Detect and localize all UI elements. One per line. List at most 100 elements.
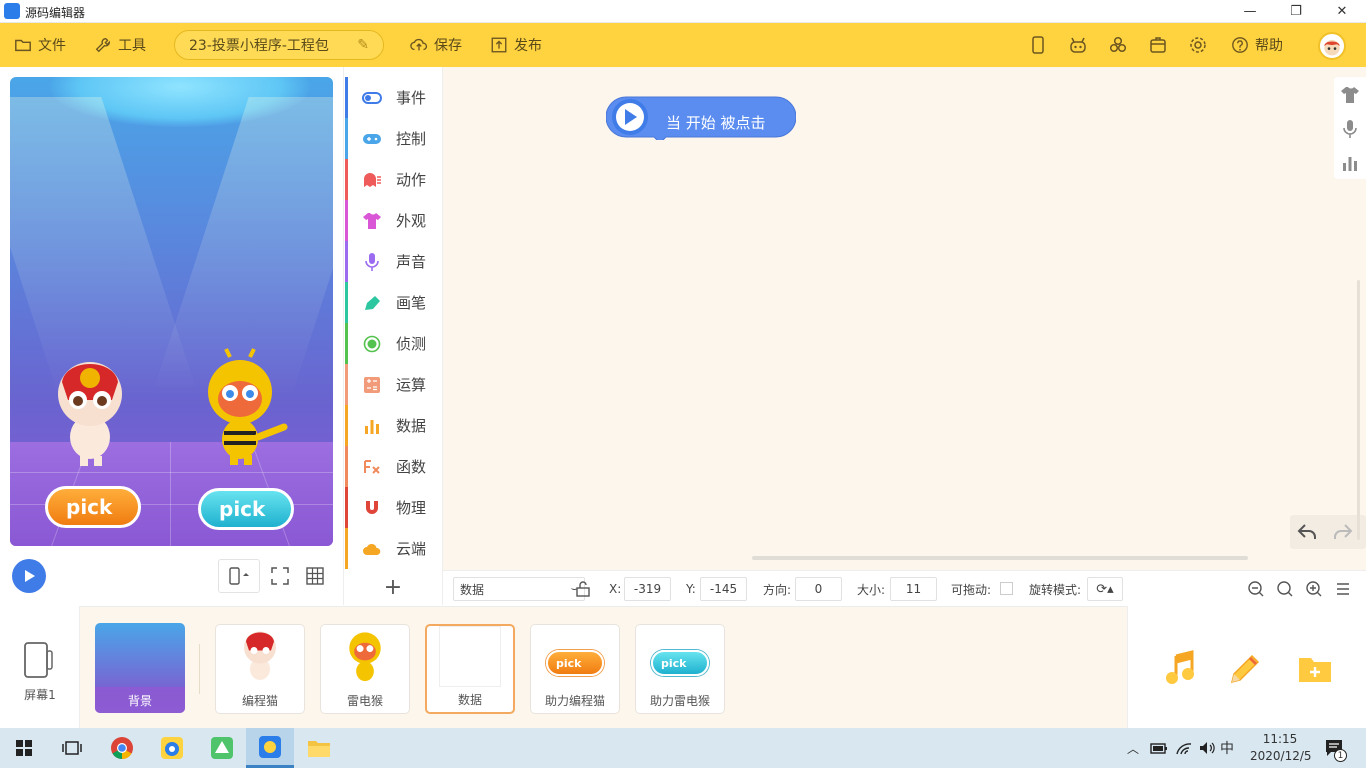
category-label: 声音	[396, 253, 427, 271]
phone-preview-icon[interactable]	[1027, 34, 1049, 56]
start-button[interactable]	[0, 728, 48, 768]
clock[interactable]: 11:15 2020/12/5	[1250, 731, 1312, 765]
minimize-button[interactable]: —	[1227, 0, 1273, 23]
publish-button[interactable]: 发布	[490, 23, 542, 67]
stage-canvas[interactable]: pick pick	[10, 77, 333, 546]
file-explorer-taskbar-icon[interactable]	[295, 728, 343, 768]
draw-pencil-icon[interactable]	[1226, 650, 1264, 688]
sprite-thumb-cat[interactable]: 编程猫	[215, 624, 305, 714]
chrome-icon	[111, 737, 133, 759]
edit-pencil-icon[interactable]: ✎	[357, 37, 369, 53]
add-folder-icon[interactable]	[1296, 650, 1334, 688]
pick-cat-button[interactable]: pick	[45, 486, 141, 528]
category-microphone[interactable]: 声音	[345, 241, 441, 282]
costume-shirt-icon[interactable]	[1340, 85, 1360, 105]
y-input[interactable]: -145	[700, 577, 747, 601]
size-input[interactable]: 11	[890, 577, 937, 601]
settings-gear-icon[interactable]	[1187, 34, 1209, 56]
screen-phone-icon[interactable]	[22, 641, 56, 679]
background-thumbnail[interactable]: 背景	[95, 623, 185, 713]
fullscreen-icon	[271, 567, 289, 585]
close-button[interactable]: ✕	[1319, 0, 1365, 23]
sprite-thumb-data-selected[interactable]: 数据	[425, 624, 515, 714]
chrome-taskbar-icon[interactable]	[98, 728, 146, 768]
zoom-in-icon[interactable]	[1305, 580, 1323, 598]
fullscreen-button[interactable]	[263, 559, 297, 593]
unlock-icon[interactable]	[575, 581, 591, 597]
category-shirt[interactable]: 外观	[345, 200, 441, 241]
data-chart-icon[interactable]	[1340, 153, 1360, 173]
run-button[interactable]	[12, 559, 46, 593]
size-label: 大小:	[857, 582, 886, 597]
cat-thumbnail	[244, 631, 276, 680]
category-bar-chart[interactable]: 数据	[345, 405, 441, 446]
file-menu-label: 文件	[38, 38, 66, 54]
extensions-icon[interactable]	[1107, 34, 1129, 56]
add-category-button[interactable]: +	[343, 570, 443, 605]
monkey-thumbnail	[349, 632, 381, 682]
rotation-mode-label: 旋转模式:	[1029, 582, 1082, 597]
horizontal-scrollbar[interactable]	[752, 556, 1248, 560]
redo-icon[interactable]	[1333, 523, 1353, 541]
ime-indicator[interactable]: 中	[1220, 738, 1234, 758]
pick-orange-thumbnail: pick	[546, 650, 604, 676]
category-toggle[interactable]: 事件	[345, 77, 441, 118]
undo-redo-group	[1290, 515, 1366, 549]
tray-expand-icon[interactable]: ︿	[1127, 740, 1139, 757]
category-function[interactable]: 函数	[345, 446, 441, 487]
thunder-monkey-sprite[interactable]	[200, 347, 300, 469]
source-editor-taskbar-icon-active[interactable]	[246, 728, 294, 768]
window-title: 源码编辑器	[25, 6, 86, 20]
user-avatar[interactable]	[1318, 32, 1346, 60]
device-select[interactable]	[218, 559, 260, 593]
restore-button[interactable]: ❐	[1273, 0, 1319, 23]
task-view-button[interactable]	[48, 728, 96, 768]
category-target[interactable]: 侦测	[345, 323, 441, 364]
sprite-thumb-help-cat[interactable]: pick 助力编程猫	[530, 624, 620, 714]
category-gamepad[interactable]: 控制	[345, 118, 441, 159]
category-label: 云端	[396, 540, 427, 558]
draggable-checkbox[interactable]	[1000, 582, 1013, 595]
more-menu-icon[interactable]	[1335, 581, 1351, 597]
bar-chart-icon	[362, 416, 382, 436]
undo-icon[interactable]	[1297, 523, 1317, 541]
grid-toggle-button[interactable]	[298, 559, 332, 593]
zoom-reset-icon[interactable]	[1276, 580, 1294, 598]
battery-icon[interactable]	[1150, 741, 1168, 755]
add-asset-panel	[1127, 606, 1366, 728]
zoom-out-icon[interactable]	[1247, 580, 1265, 598]
function-icon	[362, 457, 382, 477]
tools-menu[interactable]: 工具	[94, 23, 146, 67]
title-bar: 源码编辑器 — ❐ ✕	[0, 0, 1366, 23]
sound-mic-icon[interactable]	[1340, 119, 1360, 139]
category-cloud[interactable]: 云端	[345, 528, 441, 569]
programming-cat-sprite[interactable]	[50, 352, 130, 470]
wifi-icon[interactable]	[1175, 740, 1193, 756]
category-pen[interactable]: 画笔	[345, 282, 441, 323]
category-ghost[interactable]: 动作	[345, 159, 441, 200]
pick-monkey-button[interactable]: pick	[198, 488, 294, 530]
sprite-name-field[interactable]: 数据 ⌣	[453, 577, 585, 601]
material-library-icon[interactable]	[1147, 34, 1169, 56]
kitten-app-icon	[161, 737, 183, 759]
direction-input[interactable]: 0	[795, 577, 842, 601]
project-name-field[interactable]: 23-投票小程序-工程包 ✎	[174, 30, 384, 60]
rotation-mode-select[interactable]: ⟳▴	[1087, 577, 1123, 601]
save-button[interactable]: 保存	[410, 23, 462, 67]
volume-icon[interactable]	[1198, 740, 1216, 756]
vertical-scrollbar[interactable]	[1357, 280, 1360, 540]
category-magnet[interactable]: 物理	[345, 487, 441, 528]
sprite-name: 助力编程猫	[544, 694, 605, 708]
music-note-icon[interactable]	[1162, 650, 1200, 688]
green-app-taskbar-icon[interactable]	[198, 728, 246, 768]
help-button[interactable]: 帮助	[1231, 23, 1283, 67]
sprite-thumb-monkey[interactable]: 雷电猴	[320, 624, 410, 714]
sprite-thumb-help-monkey[interactable]: pick 助力雷电猴	[635, 624, 725, 714]
kitten-app-taskbar-icon[interactable]	[148, 728, 196, 768]
robot-icon[interactable]	[1067, 34, 1089, 56]
category-calculator[interactable]: 运算	[345, 364, 441, 405]
x-input[interactable]: -319	[624, 577, 671, 601]
file-menu[interactable]: 文件	[14, 23, 66, 67]
pick-blue-thumbnail: pick	[651, 650, 709, 676]
code-workspace[interactable]	[443, 67, 1366, 570]
